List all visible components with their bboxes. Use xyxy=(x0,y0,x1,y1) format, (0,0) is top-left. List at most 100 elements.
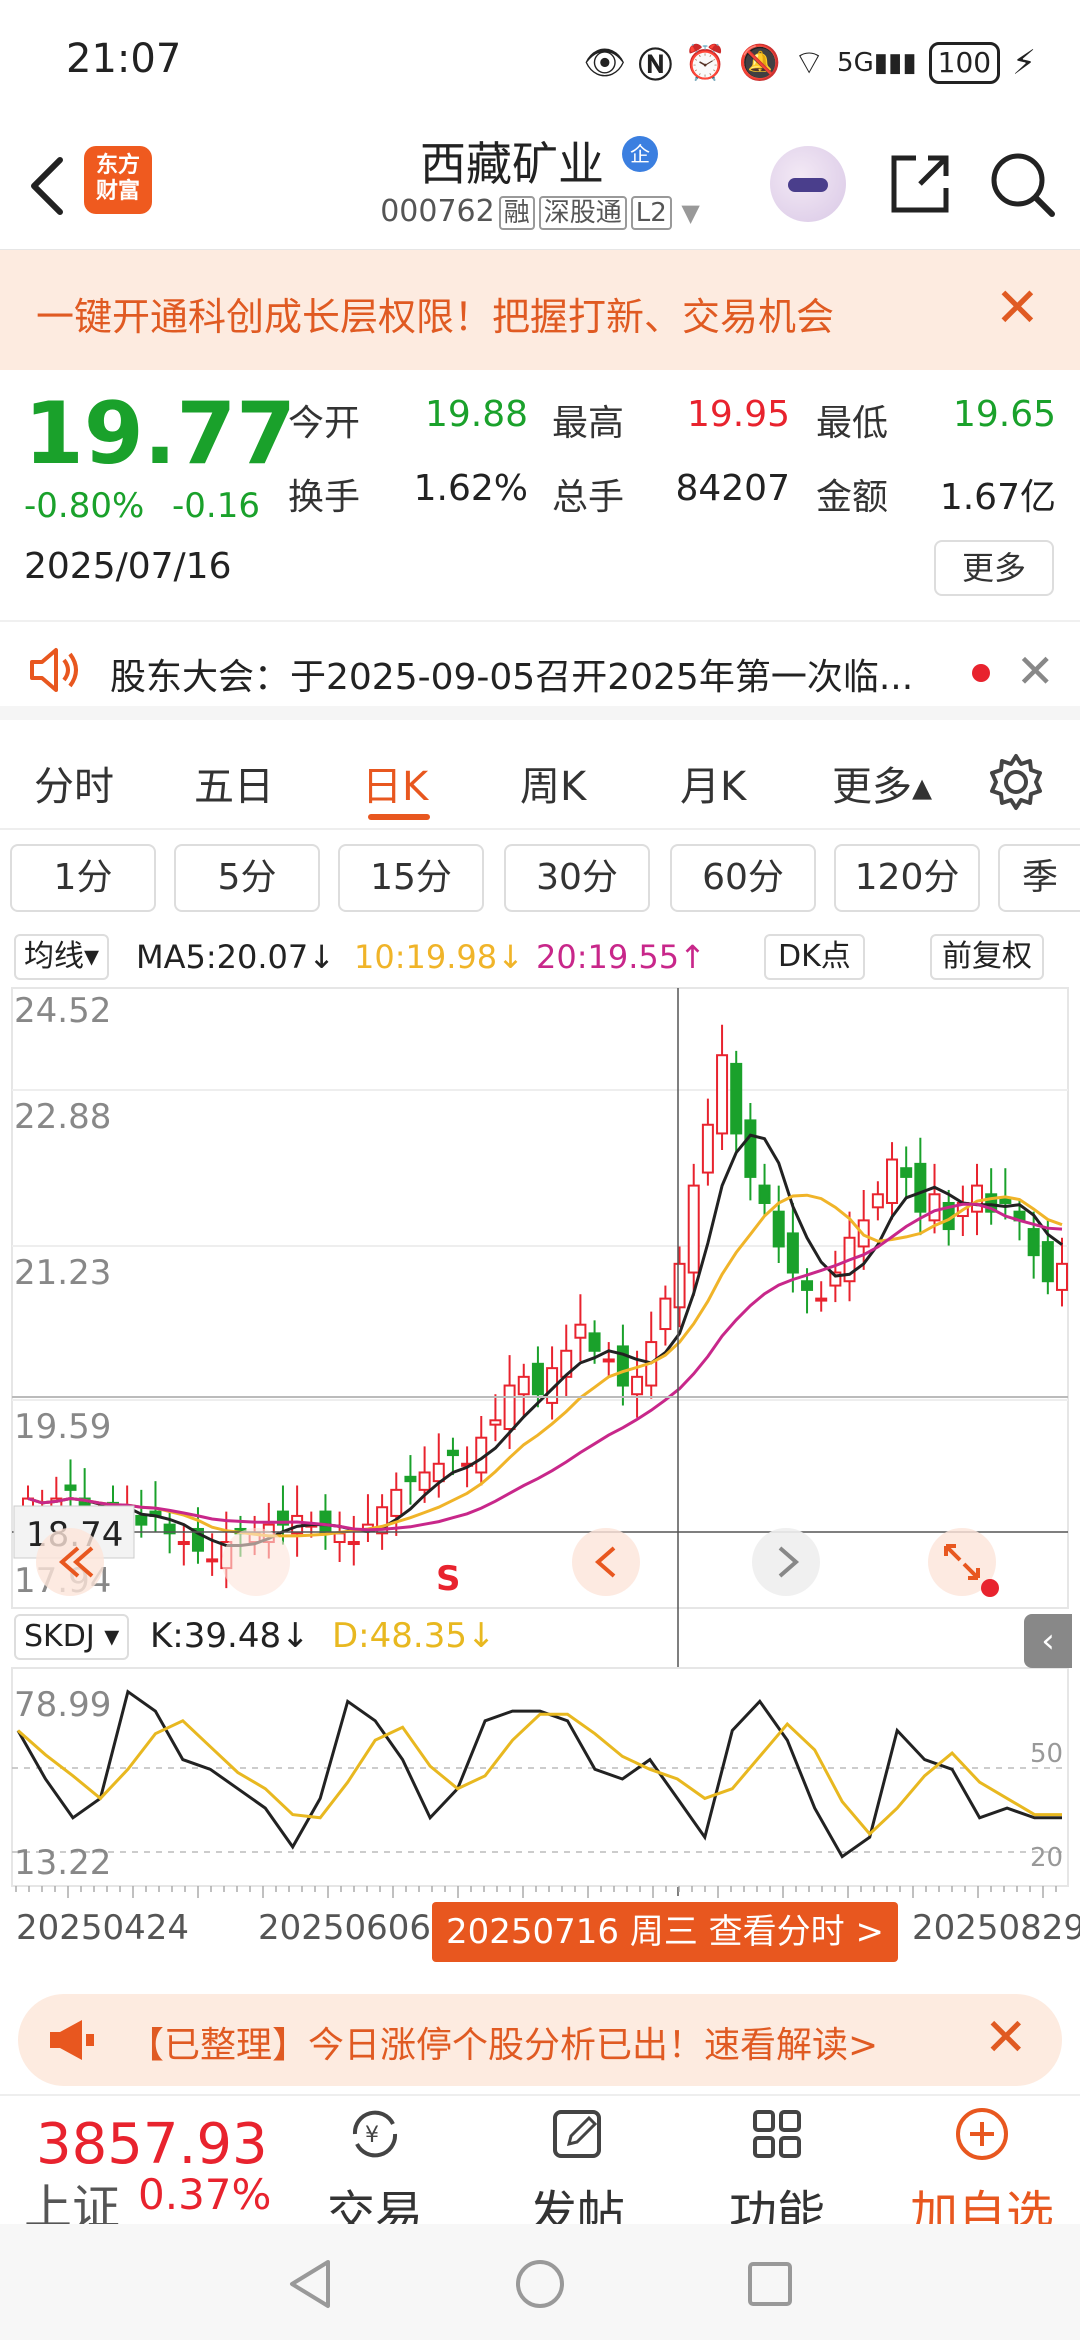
y-label-2: 22.88 xyxy=(14,1097,111,1137)
tab-weekly-k[interactable]: 周K xyxy=(520,754,586,812)
period-quarter[interactable]: 季 xyxy=(998,844,1080,912)
indicator-selector[interactable]: SKDJ ▾ xyxy=(14,1614,130,1660)
candle-body xyxy=(971,1184,984,1213)
low-value: 19.65 xyxy=(952,394,1056,435)
megaphone-icon xyxy=(46,2016,96,2064)
announcement-bar[interactable]: 股东大会：于2025-09-05召开2025年第一次临... ✕ xyxy=(0,620,1080,720)
news-notice-bar[interactable]: 【已整理】今日涨停个股分析已出！速看解读> ✕ xyxy=(18,1994,1062,2086)
period-120min[interactable]: 120分 xyxy=(834,844,980,912)
indicator-frame xyxy=(11,1667,1069,1887)
system-back-icon[interactable] xyxy=(280,2254,340,2314)
candle-body xyxy=(631,1375,644,1396)
quote-date: 2025/07/16 xyxy=(24,546,232,587)
share-button[interactable] xyxy=(880,144,960,224)
y-label-3: 21.23 xyxy=(14,1253,111,1293)
candle-body xyxy=(914,1162,927,1213)
candle-body xyxy=(319,1510,332,1535)
indicator-ref-50-label: 50 xyxy=(1030,1739,1063,1769)
open-value: 19.88 xyxy=(424,394,528,435)
nav-apps[interactable]: 功能 xyxy=(692,2104,862,2244)
speaker-icon xyxy=(26,642,82,702)
chart-nav-prev-button[interactable] xyxy=(572,1528,640,1596)
period-tabs: 分时 五日 日K 周K 月K 更多▴ xyxy=(0,734,1080,830)
enterprise-badge: 企 xyxy=(622,136,658,172)
indicator-ref-20-label: 20 xyxy=(1030,1843,1063,1873)
tab-more[interactable]: 更多▴ xyxy=(832,754,932,812)
candle-body xyxy=(347,1541,360,1546)
indicator-y-max: 78.99 xyxy=(14,1685,111,1725)
period-5min[interactable]: 5分 xyxy=(174,844,320,912)
promo-text: 一键开通科创成长层权限！把握打新、交易机会 xyxy=(36,295,835,339)
battery-icon: 100 xyxy=(928,41,1001,84)
trade-icon: ¥ xyxy=(352,2110,398,2158)
indicator-name: SKDJ xyxy=(24,1619,95,1654)
minute-period-row: 1分 5分 15分 30分 60分 120分 季 xyxy=(0,836,1080,932)
promo-banner[interactable]: 一键开通科创成长层权限！把握打新、交易机会 ✕ xyxy=(0,250,1080,370)
amount-value: 1.67亿 xyxy=(939,477,1056,518)
period-15min[interactable]: 15分 xyxy=(338,844,484,912)
y-label-max: 24.52 xyxy=(14,991,111,1031)
nav-post[interactable]: 发帖 xyxy=(492,2104,662,2244)
gear-icon xyxy=(990,754,1042,810)
settings-button[interactable] xyxy=(986,752,1046,816)
dk-point-selector[interactable]: DK点 xyxy=(764,934,865,980)
announcement-text: 股东大会：于2025-09-05召开2025年第一次临... xyxy=(110,657,914,698)
tag-margin: 融 xyxy=(498,196,535,230)
period-30min[interactable]: 30分 xyxy=(504,844,650,912)
chart-nav-next-button[interactable] xyxy=(752,1528,820,1596)
more-quote-button[interactable]: 更多 xyxy=(934,540,1054,596)
tab-monthly-k[interactable]: 月K xyxy=(680,754,746,812)
ma-selector[interactable]: 均线▾ xyxy=(14,934,110,980)
tag-connect: 深股通 xyxy=(538,196,627,230)
chart-nav-zoom-button[interactable] xyxy=(222,1528,290,1596)
candle-body xyxy=(177,1541,190,1546)
close-icon[interactable]: ✕ xyxy=(984,2008,1028,2068)
system-recents-icon[interactable] xyxy=(740,2254,800,2314)
candle-body xyxy=(446,1449,459,1457)
tab-five-day[interactable]: 五日 xyxy=(194,754,274,812)
indicator-y-min: 13.22 xyxy=(14,1843,111,1883)
chart-nav-first-button[interactable] xyxy=(36,1528,104,1596)
app-header: 东方 财富 西藏矿业 企 000762 融深股通 L2 ▼ xyxy=(0,120,1080,250)
candle-body xyxy=(772,1210,785,1248)
x-label-mid: 20250606 xyxy=(258,1908,432,1948)
dropdown-icon: ▼ xyxy=(681,199,700,227)
close-icon[interactable]: ✕ xyxy=(1016,646,1055,696)
period-1min[interactable]: 1分 xyxy=(10,844,156,912)
candle-body xyxy=(716,1054,729,1135)
turnover-label: 换手 xyxy=(288,477,361,518)
alarm-icon: ⏰ xyxy=(684,42,727,83)
ma10-value: 10:19.98↓ xyxy=(354,938,524,976)
search-button[interactable] xyxy=(982,144,1062,224)
open-label: 今开 xyxy=(288,403,361,444)
ma-legend-row: 均线▾ MA5:20.07↓ 10:19.98↓ 20:19.55↑ DK点 前… xyxy=(0,930,1080,990)
candle-body xyxy=(333,1532,346,1544)
add-favorite-icon xyxy=(956,2108,1008,2160)
kline-chart[interactable]: 24.52 22.88 21.23 19.59 17.94 18.74 S 78… xyxy=(0,986,1080,1976)
candle-body xyxy=(503,1384,516,1431)
tab-intraday[interactable]: 分时 xyxy=(34,754,114,812)
robot-icon xyxy=(788,178,828,192)
low-label: 最低 xyxy=(816,403,889,444)
candle-body xyxy=(390,1488,403,1517)
stock-code: 000762 xyxy=(380,194,495,229)
candle-body xyxy=(673,1262,686,1309)
candle-body xyxy=(418,1471,431,1491)
d-value: D:48.35↓ xyxy=(332,1616,496,1656)
nav-trade[interactable]: ¥ 交易 xyxy=(290,2104,460,2244)
adjust-mode-button[interactable]: 前复权 xyxy=(930,934,1044,980)
period-60min[interactable]: 60分 xyxy=(670,844,816,912)
index-ticker[interactable]: 3857.93 上证 0.37% xyxy=(0,2096,300,2236)
nav-add-favorite[interactable]: 加自选 xyxy=(892,2104,1072,2244)
view-intraday-button[interactable]: 20250716 周三 查看分时 > xyxy=(432,1902,898,1962)
candle-body xyxy=(871,1193,884,1209)
candle-body xyxy=(900,1167,913,1178)
system-home-icon[interactable] xyxy=(510,2254,570,2314)
close-icon[interactable]: ✕ xyxy=(995,278,1040,338)
ma5-value: MA5:20.07↓ xyxy=(136,938,336,976)
candle-body xyxy=(404,1475,417,1483)
side-panel-toggle[interactable]: ‹ xyxy=(1024,1614,1072,1668)
tab-daily-k[interactable]: 日K xyxy=(362,754,428,812)
ai-assistant-button[interactable] xyxy=(770,146,846,222)
turnover-value: 1.62% xyxy=(413,468,528,509)
